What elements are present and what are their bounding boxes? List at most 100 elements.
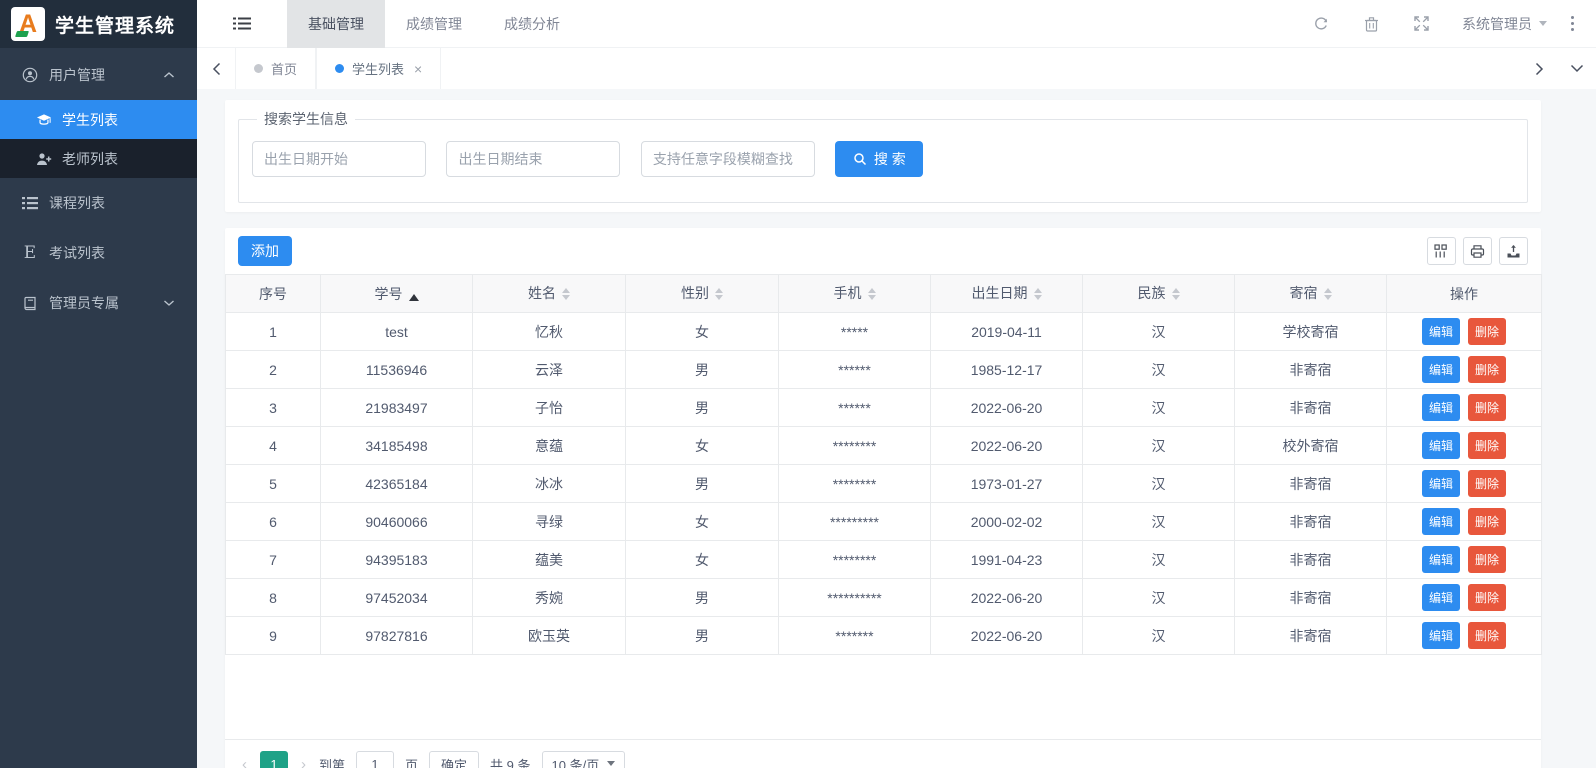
more-options-icon[interactable] [1571,16,1574,31]
cell-phone: ******** [779,465,931,503]
cell-actions: 编辑删除 [1387,617,1542,655]
sidebar-item-user-management[interactable]: 用户管理 [0,50,197,100]
edit-button[interactable]: 编辑 [1422,622,1460,649]
export-button[interactable] [1499,237,1528,265]
edit-button[interactable]: 编辑 [1422,432,1460,459]
pagination-page-1[interactable]: 1 [260,751,288,768]
cell-actions: 编辑删除 [1387,503,1542,541]
cell-boarding: 非寄宿 [1235,503,1387,541]
trash-icon[interactable] [1346,16,1396,32]
cell-name: 子怡 [473,389,626,427]
table-row: 211536946云泽男******1985-12-17汉非寄宿编辑删除 [226,351,1542,389]
edit-button[interactable]: 编辑 [1422,318,1460,345]
delete-button[interactable]: 删除 [1468,394,1506,421]
column-header[interactable]: 民族 [1083,275,1235,313]
edit-button[interactable]: 编辑 [1422,470,1460,497]
delete-button[interactable]: 删除 [1468,622,1506,649]
app-logo: A 学生管理系统 [0,0,197,48]
tag-student-list[interactable]: 学生列表 × [316,48,441,89]
pagination-confirm-button[interactable]: 确定 [429,751,479,768]
tags-list-dropdown-button[interactable] [1558,48,1596,89]
delete-button[interactable]: 删除 [1468,318,1506,345]
cell-student_id: 97827816 [321,617,473,655]
sidebar-item-label: 用户管理 [49,65,105,85]
cell-phone: ******* [779,617,931,655]
sidebar-item-exam-list[interactable]: E 考试列表 [0,228,197,278]
cell-boarding: 非寄宿 [1235,465,1387,503]
edit-button[interactable]: 编辑 [1422,546,1460,573]
column-header[interactable]: 姓名 [473,275,626,313]
sort-carets-icon[interactable] [715,284,723,304]
pagination-prev-icon[interactable]: ‹ [240,756,249,768]
top-tab-basic-management[interactable]: 基础管理 [287,0,385,48]
column-settings-button[interactable] [1427,237,1456,265]
column-header[interactable]: 寄宿 [1235,275,1387,313]
tag-close-icon[interactable]: × [414,61,422,77]
sort-carets-icon[interactable] [562,284,570,304]
edit-button[interactable]: 编辑 [1422,356,1460,383]
tags-scroll-left-button[interactable] [197,48,235,89]
edit-button[interactable]: 编辑 [1422,508,1460,535]
cell-ethnic: 汉 [1083,579,1235,617]
cell-phone: ***** [779,313,931,351]
tags-bar-right [1520,48,1596,89]
sidebar-collapse-button[interactable] [197,0,287,48]
sidebar-item-student-list[interactable]: 学生列表 [0,100,197,139]
user-plus-icon [36,151,52,167]
search-icon [853,152,867,166]
tags-scroll-right-button[interactable] [1520,48,1558,89]
delete-button[interactable]: 删除 [1468,546,1506,573]
delete-button[interactable]: 删除 [1468,356,1506,383]
pagination-next-icon[interactable]: › [299,756,308,768]
cell-no: 2 [226,351,321,389]
page-size-select[interactable]: 10 条/页 [542,751,626,768]
edit-button[interactable]: 编辑 [1422,394,1460,421]
table-row: 434185498意蕴女********2022-06-20汉校外寄宿编辑删除 [226,427,1542,465]
column-header[interactable]: 学号 [321,275,473,313]
fuzzy-search-input[interactable] [641,141,815,177]
cell-no: 3 [226,389,321,427]
cell-name: 寻绿 [473,503,626,541]
add-button[interactable]: 添加 [238,236,292,266]
cell-phone: ****** [779,351,931,389]
tag-home[interactable]: 首页 [235,48,316,89]
column-header[interactable]: 手机 [779,275,931,313]
top-tab-grade-management[interactable]: 成绩管理 [385,0,483,48]
fullscreen-icon[interactable] [1396,16,1446,31]
list-icon [22,195,38,211]
cell-gender: 女 [626,541,779,579]
sidebar-item-course-list[interactable]: 课程列表 [0,178,197,228]
sidebar-item-teacher-list[interactable]: 老师列表 [0,139,197,178]
column-header[interactable]: 出生日期 [931,275,1083,313]
delete-button[interactable]: 删除 [1468,584,1506,611]
user-dropdown[interactable]: 系统管理员 [1462,14,1547,34]
birth-date-start-input[interactable] [252,141,426,177]
search-button[interactable]: 搜 索 [835,141,923,177]
sort-carets-icon[interactable] [1034,284,1042,304]
delete-button[interactable]: 删除 [1468,432,1506,459]
birth-date-end-input[interactable] [446,141,620,177]
tag-label: 学生列表 [352,59,404,78]
logo-accent-shape [15,31,29,37]
print-button[interactable] [1463,237,1492,265]
sort-carets-icon[interactable] [1172,284,1180,304]
cell-gender: 女 [626,503,779,541]
user-circle-icon [22,67,38,83]
sidebar-item-admin-exclusive[interactable]: 管理员专属 [0,278,197,328]
cell-ethnic: 汉 [1083,465,1235,503]
delete-button[interactable]: 删除 [1468,508,1506,535]
sort-carets-icon[interactable] [1324,284,1332,304]
refresh-icon[interactable] [1296,16,1346,32]
sort-carets-icon[interactable] [868,284,876,304]
column-header[interactable]: 性别 [626,275,779,313]
cell-no: 1 [226,313,321,351]
sort-asc-icon[interactable] [409,289,419,301]
edit-button[interactable]: 编辑 [1422,584,1460,611]
top-tab-grade-analysis[interactable]: 成绩分析 [483,0,581,48]
cell-name: 云泽 [473,351,626,389]
cell-ethnic: 汉 [1083,617,1235,655]
cell-no: 5 [226,465,321,503]
pagination-page-input[interactable] [356,751,394,768]
delete-button[interactable]: 删除 [1468,470,1506,497]
table-row: 542365184冰冰男********1973-01-27汉非寄宿编辑删除 [226,465,1542,503]
